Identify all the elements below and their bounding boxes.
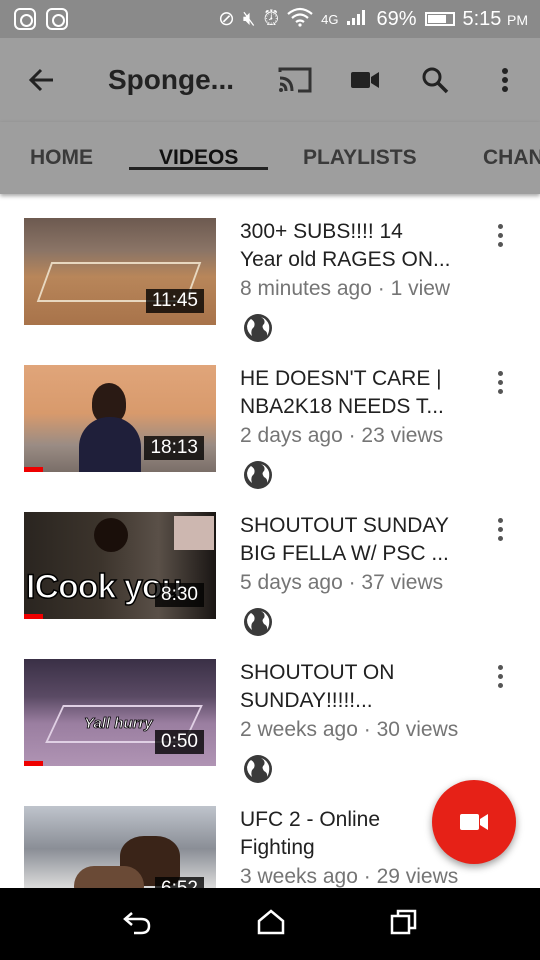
person-body xyxy=(79,417,141,472)
video-duration: 11:45 xyxy=(145,289,204,313)
inset-video xyxy=(174,516,214,550)
search-button[interactable] xyxy=(400,38,470,122)
videocam-icon xyxy=(460,814,488,830)
battery-percent: 69% xyxy=(376,7,417,30)
fighter-figure xyxy=(74,866,144,888)
nav-back-button[interactable] xyxy=(122,909,152,940)
video-thumbnail[interactable]: 11:45 xyxy=(24,218,216,325)
public-globe-icon xyxy=(244,608,272,636)
instagram-icon xyxy=(14,8,36,30)
mute-icon: 🔇︎ xyxy=(242,8,256,30)
video-more-button[interactable] xyxy=(488,665,512,695)
tab-videos[interactable]: VIDEOS xyxy=(128,122,269,170)
nav-recents-button[interactable] xyxy=(390,909,418,940)
search-icon xyxy=(422,67,449,94)
video-thumbnail[interactable]: 6:52 xyxy=(24,806,216,888)
alarm-icon: ⏰︎ xyxy=(263,8,280,30)
video-title[interactable]: HE DOESN'T CARE | NBA2K18 NEEDS T... xyxy=(240,365,480,421)
more-options-button[interactable] xyxy=(470,38,540,122)
video-duration: 0:50 xyxy=(155,730,204,754)
upload-video-button[interactable] xyxy=(330,38,400,122)
watch-progress xyxy=(24,614,44,619)
cast-icon xyxy=(278,67,312,93)
video-title[interactable]: 300+ SUBS!!!! 14 Year old RAGES ON... xyxy=(240,218,480,274)
tab-home[interactable]: HOME xyxy=(30,122,93,170)
nav-recents-icon xyxy=(390,909,416,934)
public-globe-icon xyxy=(244,755,272,783)
video-meta: 8 minutes ago · 1 view xyxy=(240,277,451,300)
watch-progress xyxy=(24,761,44,766)
public-globe-icon xyxy=(244,314,272,342)
video-thumbnail[interactable]: ICook you 8:30 xyxy=(24,512,216,619)
video-title[interactable]: SHOUTOUT SUNDAY BIG FELLA W/ PSC ... xyxy=(240,512,480,568)
video-thumbnail[interactable]: Yall hurry 0:50 xyxy=(24,659,216,766)
cast-button[interactable] xyxy=(260,38,330,122)
app-toolbar: Sponge... xyxy=(0,38,540,122)
video-meta: 3 weeks ago · 29 views xyxy=(240,865,459,888)
upload-fab-button[interactable] xyxy=(432,780,516,864)
tab-playlists[interactable]: PLAYLISTS xyxy=(303,122,417,170)
videocam-icon xyxy=(351,72,379,88)
watch-progress xyxy=(24,467,44,472)
status-bar: ⊘ 🔇︎ ⏰︎ 4G 69% 5:15 PM xyxy=(0,0,540,38)
video-thumbnail[interactable]: 18:13 xyxy=(24,365,216,472)
signal-icon xyxy=(346,8,368,30)
video-duration: 8:30 xyxy=(155,583,204,607)
video-row[interactable]: Yall hurry 0:50 SHOUTOUT ON SUNDAY!!!!!..… xyxy=(0,635,540,783)
system-nav-bar xyxy=(0,888,540,960)
video-more-button[interactable] xyxy=(488,224,512,254)
nav-home-button[interactable] xyxy=(257,908,285,940)
video-meta: 2 weeks ago · 30 views xyxy=(240,718,459,741)
video-duration: 18:13 xyxy=(144,436,204,460)
back-button[interactable] xyxy=(0,66,84,94)
video-title[interactable]: SHOUTOUT ON SUNDAY!!!!!... xyxy=(240,659,480,715)
network-type: 4G xyxy=(321,11,339,27)
channel-title: Sponge... xyxy=(108,64,234,95)
battery-icon xyxy=(424,12,455,26)
video-row[interactable]: 11:45 300+ SUBS!!!! 14 Year old RAGES ON.… xyxy=(0,194,540,342)
wifi-icon xyxy=(287,7,313,31)
video-more-button[interactable] xyxy=(488,371,512,401)
video-meta: 2 days ago · 23 views xyxy=(240,424,444,447)
nav-home-icon xyxy=(257,908,285,934)
video-more-button[interactable] xyxy=(488,518,512,548)
video-meta: 5 days ago · 37 views xyxy=(240,571,444,594)
video-row[interactable]: 18:13 HE DOESN'T CARE | NBA2K18 NEEDS T..… xyxy=(0,341,540,489)
channel-tabs: HOME VIDEOS PLAYLISTS CHAN xyxy=(0,122,540,194)
instagram-icon xyxy=(46,8,68,30)
more-vert-icon xyxy=(502,68,508,92)
video-duration: 6:52 xyxy=(155,877,204,888)
tab-channels[interactable]: CHAN xyxy=(483,122,540,170)
video-row[interactable]: ICook you 8:30 SHOUTOUT SUNDAY BIG FELLA … xyxy=(0,488,540,636)
clock: 5:15 PM xyxy=(462,7,529,30)
arrow-back-icon xyxy=(28,68,53,92)
person-head xyxy=(94,518,128,552)
nav-back-icon xyxy=(123,911,151,934)
thumbnail-caption: Yall hurry xyxy=(84,715,153,733)
public-globe-icon xyxy=(244,461,272,489)
do-not-disturb-icon: ⊘ xyxy=(218,8,235,30)
